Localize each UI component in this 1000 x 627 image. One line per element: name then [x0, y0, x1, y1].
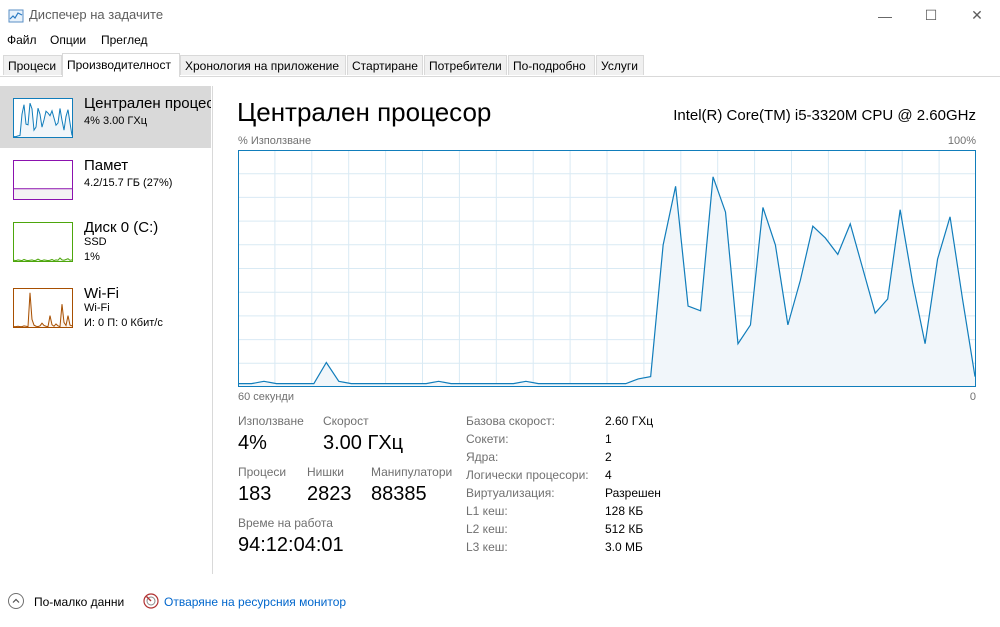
info-value-l1-cache: 128 КБ: [605, 504, 644, 518]
task-manager-icon: [8, 9, 24, 23]
sidebar-item-subtitle: SSD: [84, 236, 107, 248]
sidebar-item-cpu[interactable]: Централен процесор 4% 3.00 ГХц: [0, 86, 211, 148]
graph-y-max-label: 100%: [947, 135, 976, 147]
sidebar-item-title: Памет: [84, 157, 129, 174]
speed-label: Скорост: [323, 414, 369, 428]
info-value-sockets: 1: [605, 432, 612, 446]
sidebar-item-title: Диск 0 (C:): [84, 219, 159, 236]
info-label-l2-cache: L2 кеш:: [466, 522, 508, 536]
graph-x-left-label: 60 секунди: [238, 391, 294, 403]
speed-value: 3.00 ГХц: [323, 432, 404, 454]
handles-value: 88385: [371, 483, 427, 505]
threads-value: 2823: [307, 483, 352, 505]
thumbnail-area: [14, 188, 72, 199]
tab-services[interactable]: Услуги: [596, 55, 644, 75]
tab-bar: Процеси Производителност Хронология на п…: [0, 53, 1000, 77]
cpu-usage-graph: [238, 150, 976, 387]
chevron-up-icon[interactable]: [8, 593, 24, 609]
wifi-thumbnail-graph: [13, 288, 73, 328]
page-title: Централен процесор: [237, 97, 492, 127]
maximize-icon: ☐: [924, 7, 938, 23]
handles-label: Манипулатори: [371, 465, 453, 479]
sidebar-item-detail: 1%: [84, 251, 100, 263]
info-value-cores: 2: [605, 450, 612, 464]
tab-details[interactable]: По-подробно: [508, 55, 595, 75]
info-value-l2-cache: 512 КБ: [605, 522, 644, 536]
footer-bar: По-малко данни Отваряне на ресурсния мон…: [0, 590, 1000, 614]
minimize-button[interactable]: —: [862, 0, 908, 31]
graph-x-right-label: 0: [969, 391, 976, 403]
close-button[interactable]: ✕: [954, 0, 1000, 31]
usage-label: Използване: [238, 414, 304, 428]
info-value-logical-processors: 4: [605, 468, 612, 482]
thumbnail-frame: [13, 222, 73, 262]
cpu-thumbnail-graph: [13, 98, 73, 138]
sidebar-item-disk[interactable]: Диск 0 (C:) SSD 1%: [0, 210, 211, 272]
tab-startup[interactable]: Стартиране: [347, 55, 423, 75]
tab-processes[interactable]: Процеси: [3, 55, 62, 75]
sidebar-item-subtitle: 4% 3.00 ГХц: [84, 115, 148, 127]
sidebar-item-subtitle: Wi-Fi: [84, 302, 110, 314]
info-value-l3-cache: 3.0 МБ: [605, 540, 643, 554]
cpu-model-name: Intel(R) Core(TM) i5-3320M CPU @ 2.60GHz: [673, 107, 976, 124]
menu-view[interactable]: Преглед: [101, 33, 148, 47]
minimize-icon: —: [878, 7, 892, 24]
info-label-logical-processors: Логически процесори:: [466, 468, 589, 482]
sidebar-item-detail: И: 0 П: 0 Кбит/с: [84, 317, 163, 329]
memory-thumbnail-graph: [13, 160, 73, 200]
resource-sidebar: Централен процесор 4% 3.00 ГХц Памет 4.2…: [0, 86, 213, 574]
tab-users[interactable]: Потребители: [424, 55, 507, 75]
fewer-details-button[interactable]: По-малко данни: [34, 595, 124, 609]
tab-performance[interactable]: Производителност: [62, 53, 180, 77]
sidebar-item-wifi[interactable]: Wi-Fi Wi-Fi И: 0 П: 0 Кбит/с: [0, 276, 211, 338]
info-label-l1-cache: L1 кеш:: [466, 504, 508, 518]
info-label-virtualization: Виртуализация:: [466, 486, 555, 500]
menu-file[interactable]: Файл: [7, 33, 37, 47]
open-resource-monitor-link[interactable]: Отваряне на ресурсния монитор: [164, 595, 346, 609]
usage-value: 4%: [238, 432, 267, 454]
graph-y-label: % Използване: [238, 135, 312, 147]
processes-value: 183: [238, 483, 272, 505]
info-label-cores: Ядра:: [466, 450, 499, 464]
info-label-l3-cache: L3 кеш:: [466, 540, 508, 554]
sidebar-item-memory[interactable]: Памет 4.2/15.7 ГБ (27%): [0, 148, 211, 210]
close-icon: ✕: [971, 7, 983, 23]
sidebar-item-subtitle: 4.2/15.7 ГБ (27%): [84, 177, 173, 189]
sidebar-item-title: Централен процесор: [84, 95, 211, 112]
uptime-value: 94:12:04:01: [238, 534, 344, 556]
info-label-sockets: Сокети:: [466, 432, 509, 446]
processes-label: Процеси: [238, 465, 287, 479]
menu-options[interactable]: Опции: [50, 33, 86, 47]
resource-monitor-icon: [143, 593, 159, 609]
tab-app-history[interactable]: Хронология на приложение: [180, 55, 346, 75]
sidebar-item-title: Wi-Fi: [84, 285, 119, 302]
threads-label: Нишки: [307, 465, 344, 479]
info-value-base-speed: 2.60 ГХц: [605, 414, 654, 428]
uptime-label: Време на работа: [238, 516, 333, 530]
title-bar: Диспечер на задачите — ☐ ✕: [0, 0, 1000, 31]
maximize-button[interactable]: ☐: [908, 0, 954, 31]
disk-thumbnail-graph: [13, 222, 73, 262]
info-label-base-speed: Базова скорост:: [466, 414, 555, 428]
info-value-virtualization: Разрешен: [605, 486, 661, 500]
window-title: Диспечер на задачите: [29, 7, 164, 22]
